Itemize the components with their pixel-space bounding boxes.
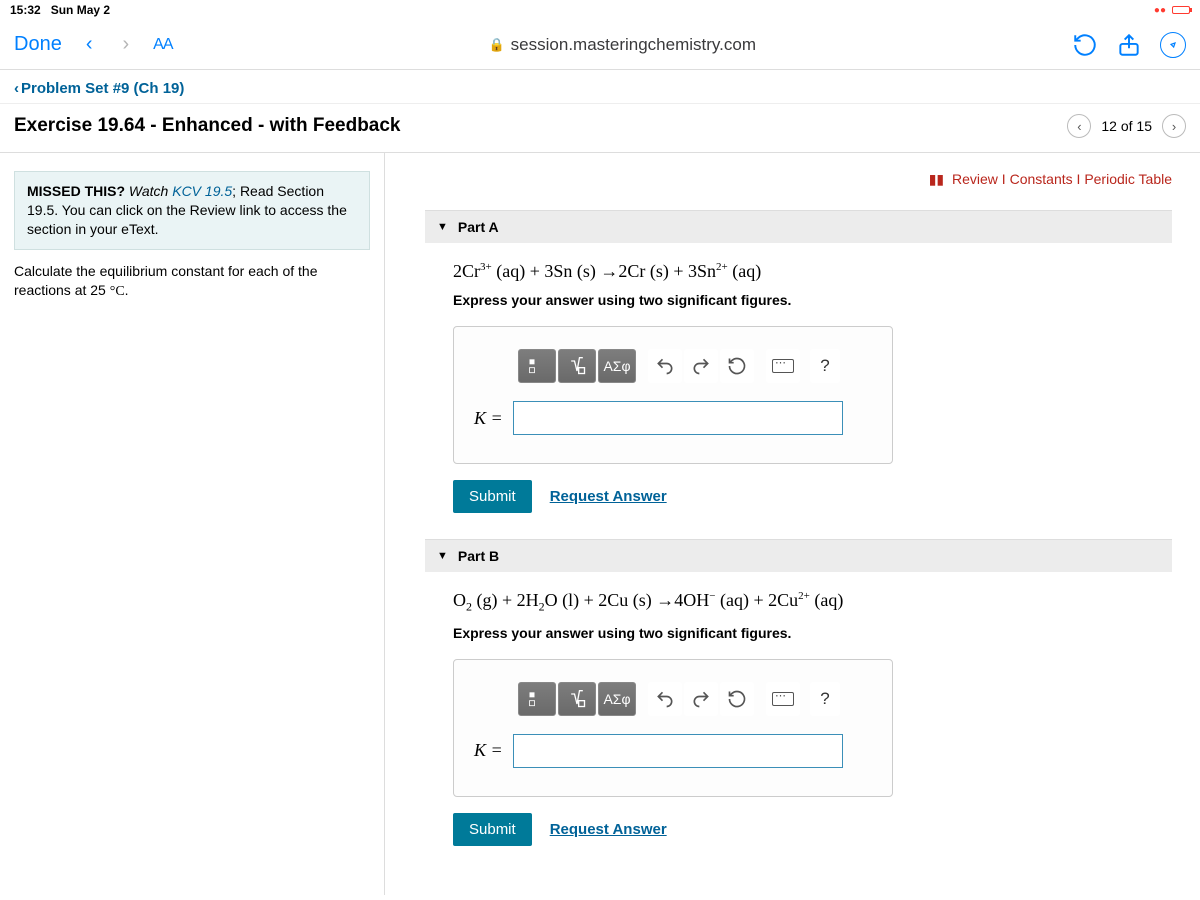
- next-exercise-button[interactable]: ›: [1162, 114, 1186, 138]
- review-link[interactable]: Review: [952, 171, 998, 187]
- position-label: 12 of 15: [1101, 118, 1152, 134]
- hint-lead: MISSED THIS?: [27, 183, 125, 199]
- hint-box: MISSED THIS? Watch KCV 19.5; Read Sectio…: [14, 171, 370, 250]
- part-a-instructions: Express your answer using two significan…: [453, 292, 1166, 308]
- compass-icon[interactable]: [1160, 32, 1186, 58]
- text-size-button[interactable]: AA: [153, 36, 172, 54]
- browser-toolbar: Done ‹ › AA 🔒 session.masteringchemistry…: [0, 20, 1200, 70]
- kcv-link[interactable]: KCV 19.5: [172, 183, 232, 199]
- part-a-toolbar: ΑΣφ ?: [518, 349, 872, 383]
- help-button[interactable]: ?: [810, 682, 840, 716]
- flag-icon[interactable]: ▮▮: [929, 171, 944, 188]
- prev-exercise-button[interactable]: ‹: [1067, 114, 1091, 138]
- undo-button[interactable]: [648, 349, 682, 383]
- address-bar[interactable]: 🔒 session.masteringchemistry.com: [191, 35, 1055, 55]
- collapse-icon: ▼: [437, 221, 448, 233]
- part-a-submit-button[interactable]: Submit: [453, 480, 532, 513]
- lock-icon: 🔒: [488, 37, 504, 53]
- greek-button[interactable]: ΑΣφ: [598, 349, 636, 383]
- reload-button[interactable]: [1072, 32, 1098, 58]
- redo-button[interactable]: [684, 682, 718, 716]
- part-b-header[interactable]: ▼ Part B: [425, 539, 1172, 572]
- done-button[interactable]: Done: [14, 33, 62, 56]
- k-label: K =: [474, 408, 503, 429]
- part-a-equation: 2Cr3+ (aq) + 3Sn (s) →2Cr (s) + 3Sn2+ (a…: [453, 261, 1166, 282]
- url-text: session.masteringchemistry.com: [511, 35, 756, 55]
- back-button[interactable]: ‹: [80, 33, 99, 56]
- status-right: ●●: [1154, 5, 1190, 16]
- part-a-answer-input[interactable]: [513, 401, 843, 435]
- part-a-header[interactable]: ▼ Part A: [425, 210, 1172, 243]
- position-nav: ‹ 12 of 15 ›: [1067, 114, 1186, 138]
- question-prompt: Calculate the equilibrium constant for e…: [14, 262, 370, 302]
- reset-button[interactable]: [720, 349, 754, 383]
- part-a: ▼ Part A 2Cr3+ (aq) + 3Sn (s) →2Cr (s) +…: [425, 210, 1172, 513]
- page-title: Exercise 19.64 - Enhanced - with Feedbac…: [14, 115, 401, 137]
- part-b-equation: O2 (g) + 2H2O (l) + 2Cu (s) →4OH− (aq) +…: [453, 590, 1166, 615]
- template-button[interactable]: [518, 349, 556, 383]
- math-button[interactable]: [558, 349, 596, 383]
- part-b-answer-box: ΑΣφ ? K =: [453, 659, 893, 797]
- periodic-table-link[interactable]: Periodic Table: [1084, 171, 1172, 187]
- part-a-request-answer[interactable]: Request Answer: [550, 488, 667, 505]
- share-button[interactable]: [1116, 32, 1142, 58]
- status-date: Sun May 2: [51, 3, 110, 17]
- template-button[interactable]: [518, 682, 556, 716]
- keyboard-button[interactable]: [766, 682, 800, 716]
- part-b-instructions: Express your answer using two significan…: [453, 625, 1166, 641]
- part-b-submit-button[interactable]: Submit: [453, 813, 532, 846]
- status-time: 15:32: [10, 3, 41, 17]
- undo-button[interactable]: [648, 682, 682, 716]
- reset-button[interactable]: [720, 682, 754, 716]
- constants-link[interactable]: Constants: [1010, 171, 1073, 187]
- redo-button[interactable]: [684, 349, 718, 383]
- keyboard-button[interactable]: [766, 349, 800, 383]
- part-b: ▼ Part B O2 (g) + 2H2O (l) + 2Cu (s) →4O…: [425, 539, 1172, 846]
- k-label: K =: [474, 740, 503, 761]
- part-b-answer-input[interactable]: [513, 734, 843, 768]
- help-button[interactable]: ?: [810, 349, 840, 383]
- main-content: ▮▮ Review I Constants I Periodic Table ▼…: [385, 153, 1200, 895]
- title-row: Exercise 19.64 - Enhanced - with Feedbac…: [0, 104, 1200, 153]
- part-b-toolbar: ΑΣφ ?: [518, 682, 872, 716]
- resource-links: ▮▮ Review I Constants I Periodic Table: [425, 171, 1172, 188]
- math-button[interactable]: [558, 682, 596, 716]
- forward-button[interactable]: ›: [116, 33, 135, 56]
- part-a-answer-box: ΑΣφ ? K =: [453, 326, 893, 464]
- sidebar: MISSED THIS? Watch KCV 19.5; Read Sectio…: [0, 153, 385, 895]
- part-b-request-answer[interactable]: Request Answer: [550, 821, 667, 838]
- greek-button[interactable]: ΑΣφ: [598, 682, 636, 716]
- breadcrumb-bar: ‹Problem Set #9 (Ch 19): [0, 70, 1200, 104]
- breadcrumb[interactable]: ‹Problem Set #9 (Ch 19): [14, 80, 184, 97]
- status-bar: 15:32 Sun May 2 ●●: [0, 0, 1200, 20]
- collapse-icon: ▼: [437, 550, 448, 562]
